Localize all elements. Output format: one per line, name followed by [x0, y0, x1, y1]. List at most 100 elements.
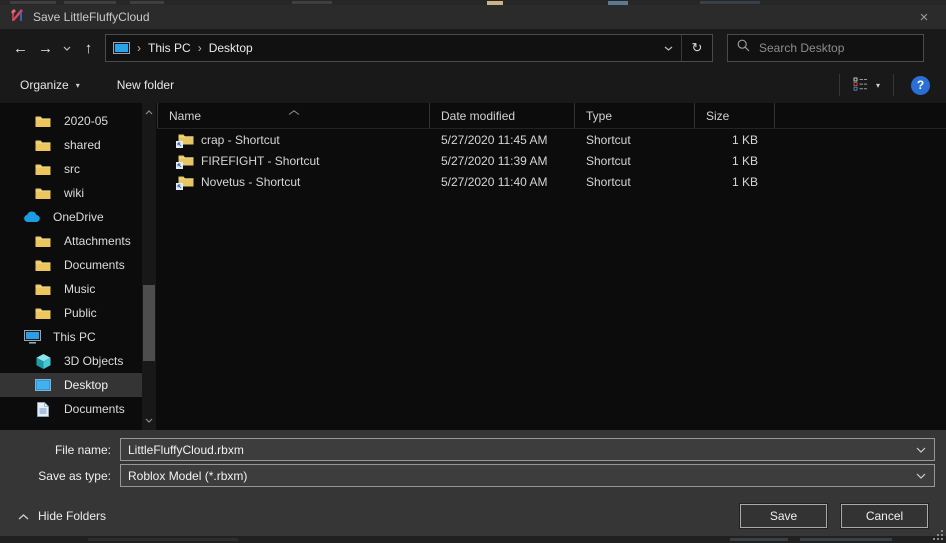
file-date: 5/27/2020 11:40 AM	[430, 175, 575, 189]
sidebar-item-3d-objects[interactable]: 3D Objects	[0, 349, 142, 373]
shortcut-file-icon	[178, 175, 194, 188]
breadcrumb-desktop[interactable]: Desktop	[209, 41, 253, 55]
column-header-empty	[775, 103, 946, 128]
up-button[interactable]: ↑	[76, 35, 101, 61]
sidebar-item-documents-thispc[interactable]: Documents	[0, 397, 142, 421]
sidebar-label: Public	[64, 306, 97, 320]
address-bar[interactable]: › This PC › Desktop ↻	[105, 34, 713, 62]
save-button[interactable]: Save	[740, 504, 827, 528]
sidebar-item-desktop[interactable]: Desktop	[0, 373, 142, 397]
file-date: 5/27/2020 11:39 AM	[430, 154, 575, 168]
breadcrumb-this-pc[interactable]: This PC	[148, 41, 191, 55]
breadcrumb-separator: ›	[130, 41, 148, 55]
file-name: FIREFIGHT - Shortcut	[201, 154, 319, 168]
file-row-crap-shortcut[interactable]: crap - Shortcut 5/27/2020 11:45 AM Short…	[157, 129, 946, 150]
column-header-row: Name Date modified Type Size	[157, 103, 946, 129]
folder-icon	[33, 139, 53, 152]
address-dropdown-chevron[interactable]	[655, 35, 681, 61]
sidebar-label: 2020-05	[64, 114, 108, 128]
file-size: 1 KB	[695, 154, 775, 168]
sidebar-label: wiki	[64, 186, 84, 200]
column-header-type[interactable]: Type	[575, 103, 695, 128]
sidebar-label: Attachments	[64, 234, 131, 248]
cancel-button[interactable]: Cancel	[841, 504, 928, 528]
back-button[interactable]: ←	[8, 35, 33, 61]
chevron-up-icon	[18, 509, 29, 523]
file-name-dropdown-chevron[interactable]	[908, 447, 934, 453]
save-as-type-dropdown-chevron[interactable]	[908, 473, 934, 479]
new-folder-button[interactable]: New folder	[117, 78, 174, 92]
organize-button[interactable]: Organize ▾	[20, 78, 80, 92]
help-button[interactable]: ?	[911, 76, 930, 95]
background-window-sliver-bottom	[0, 536, 946, 543]
sidebar-label: Documents	[64, 402, 125, 416]
folder-icon	[33, 235, 53, 248]
hide-folders-button[interactable]: Hide Folders	[18, 509, 106, 523]
file-name-combo[interactable]	[120, 438, 935, 461]
shortcut-arrow-badge	[176, 141, 183, 148]
scroll-up-icon[interactable]	[142, 105, 156, 120]
main-area: 2020-05 shared src wiki OneDrive	[0, 103, 946, 430]
file-name: crap - Shortcut	[201, 133, 280, 147]
background-window-sliver-top	[0, 0, 946, 5]
sidebar-item-attachments[interactable]: Attachments	[0, 229, 142, 253]
file-size: 1 KB	[695, 175, 775, 189]
save-dialog-window: Save LittleFluffyCloud × ← → ↑ › This PC…	[0, 0, 946, 543]
shortcut-file-icon	[178, 133, 194, 146]
save-form-area: File name: Save as type: Roblox Model (*…	[0, 430, 946, 496]
change-view-button[interactable]: ▾	[849, 77, 884, 94]
toolbar-divider	[893, 74, 894, 96]
save-as-type-select[interactable]: Roblox Model (*.rbxm)	[120, 464, 935, 487]
view-caret-icon: ▾	[876, 81, 880, 90]
app-icon	[9, 7, 25, 28]
sidebar-item-onedrive[interactable]: OneDrive	[0, 205, 142, 229]
breadcrumb-separator: ›	[191, 41, 209, 55]
sidebar-item-wiki[interactable]: wiki	[0, 181, 142, 205]
column-label: Type	[586, 109, 612, 123]
column-label: Size	[706, 109, 729, 123]
sidebar-item-shared[interactable]: shared	[0, 133, 142, 157]
forward-button[interactable]: →	[33, 35, 58, 61]
window-title: Save LittleFluffyCloud	[33, 10, 150, 24]
file-date: 5/27/2020 11:45 AM	[430, 133, 575, 147]
file-row-novetus-shortcut[interactable]: Novetus - Shortcut 5/27/2020 11:40 AM Sh…	[157, 171, 946, 192]
file-type: Shortcut	[575, 154, 695, 168]
close-button[interactable]: ×	[902, 5, 946, 29]
sidebar-item-src[interactable]: src	[0, 157, 142, 181]
scroll-down-icon[interactable]	[142, 413, 156, 428]
desktop-icon	[33, 379, 53, 391]
recent-locations-chevron[interactable]	[58, 35, 76, 61]
hide-folders-label: Hide Folders	[38, 509, 106, 523]
sidebar-item-music[interactable]: Music	[0, 277, 142, 301]
sidebar-item-this-pc[interactable]: This PC	[0, 325, 142, 349]
sidebar-label: Desktop	[64, 378, 108, 392]
refresh-icon[interactable]: ↻	[682, 35, 712, 61]
folder-tree-sidebar: 2020-05 shared src wiki OneDrive	[0, 103, 157, 430]
search-box[interactable]	[727, 34, 924, 62]
file-name: Novetus - Shortcut	[201, 175, 300, 189]
sidebar-label: Music	[64, 282, 95, 296]
column-header-date-modified[interactable]: Date modified	[430, 103, 575, 128]
sidebar-label: OneDrive	[53, 210, 104, 224]
file-list-panel: Name Date modified Type Size	[157, 103, 946, 430]
organize-caret-icon: ▾	[76, 81, 80, 90]
sidebar-scrollbar[interactable]	[142, 103, 156, 430]
file-row-firefight-shortcut[interactable]: FIREFIGHT - Shortcut 5/27/2020 11:39 AM …	[157, 150, 946, 171]
computer-icon	[22, 330, 42, 344]
sidebar-item-public[interactable]: Public	[0, 301, 142, 325]
new-folder-label: New folder	[117, 78, 174, 92]
sidebar-item-documents-onedrive[interactable]: Documents	[0, 253, 142, 277]
resize-grip[interactable]	[932, 530, 943, 541]
navigation-bar: ← → ↑ › This PC › Desktop ↻	[0, 29, 946, 67]
shortcut-file-icon	[178, 154, 194, 167]
search-input[interactable]	[759, 41, 914, 55]
sidebar-scrollbar-thumb[interactable]	[143, 285, 155, 361]
folder-icon	[33, 187, 53, 200]
sidebar-item-2020-05[interactable]: 2020-05	[0, 109, 142, 133]
file-name-label: File name:	[0, 443, 120, 457]
file-name-input[interactable]	[121, 443, 908, 457]
column-header-name[interactable]: Name	[157, 103, 430, 128]
search-icon	[737, 39, 750, 57]
sidebar-label: Documents	[64, 258, 125, 272]
column-header-size[interactable]: Size	[695, 103, 775, 128]
